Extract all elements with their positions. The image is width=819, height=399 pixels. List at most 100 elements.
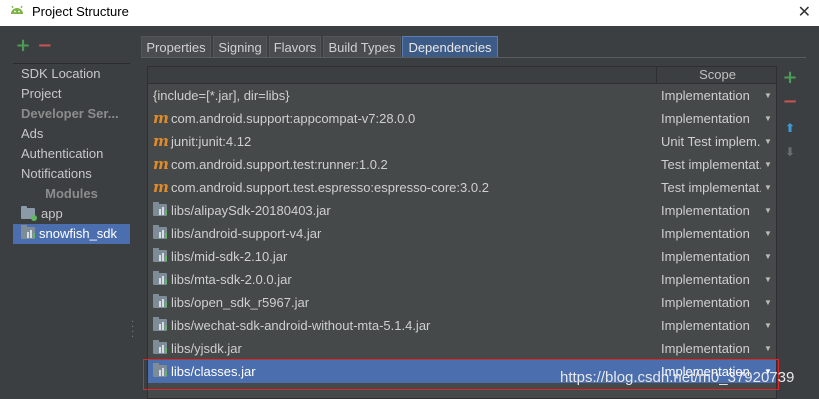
remove-dependency-button[interactable]: − xyxy=(780,92,800,112)
table-row[interactable]: libs/yjsdk.jar Implementation ▼ xyxy=(148,337,776,360)
table-row[interactable]: libs/android-support-v4.jar Implementati… xyxy=(148,222,776,245)
jar-icon xyxy=(153,340,167,354)
nav-item-module-app[interactable]: app xyxy=(13,204,130,224)
scope-column-header[interactable]: Scope xyxy=(656,67,776,84)
dependency-name: com.android.support.test.espresso:espres… xyxy=(171,180,489,195)
tab-label: Properties xyxy=(146,40,206,55)
scope-dropdown-icon[interactable]: ▼ xyxy=(764,153,772,176)
table-row[interactable]: libs/mta-sdk-2.0.0.jar Implementation ▼ xyxy=(148,268,776,291)
dependency-scope[interactable]: Implementation xyxy=(661,245,761,268)
dependency-scope[interactable]: Implementation xyxy=(661,107,761,130)
nav-header-modules: Modules xyxy=(13,184,130,204)
dependency-scope[interactable]: Test implementat... xyxy=(661,153,761,176)
tab-divider xyxy=(141,57,806,58)
nav-item-authentication[interactable]: Authentication xyxy=(13,144,130,164)
nav-item-label: app xyxy=(41,206,63,221)
maven-icon: m xyxy=(153,109,169,127)
table-row[interactable]: m com.android.support:appcompat-v7:28.0.0… xyxy=(148,107,776,130)
nav-item-project[interactable]: Project xyxy=(13,84,130,104)
nav-item-label: snowfish_sdk xyxy=(39,226,118,241)
dependency-name: {include=[*.jar], dir=libs} xyxy=(153,88,290,103)
scope-dropdown-icon[interactable]: ▼ xyxy=(764,107,772,130)
dependency-scope[interactable]: Test implementat... xyxy=(661,176,761,199)
close-icon[interactable]: ✕ xyxy=(798,2,811,21)
tab-build-types[interactable]: Build Types xyxy=(323,36,401,58)
maven-icon: m xyxy=(153,178,169,196)
scope-dropdown-icon[interactable]: ▼ xyxy=(764,199,772,222)
dependency-scope[interactable]: Unit Test implem... xyxy=(661,130,761,153)
dependencies-table: Scope {include=[*.jar], dir=libs} Implem… xyxy=(147,66,777,399)
dependency-scope[interactable]: Implementation xyxy=(661,199,761,222)
nav-header-label: Developer Ser... xyxy=(21,106,119,121)
nav-item-label: Notifications xyxy=(21,166,92,181)
dependency-scope[interactable]: Implementation xyxy=(661,314,761,337)
nav-item-label: Ads xyxy=(21,126,44,141)
table-row[interactable]: libs/open_sdk_r5967.jar Implementation ▼ xyxy=(148,291,776,314)
move-down-icon[interactable]: ⬇ xyxy=(780,142,800,162)
scope-dropdown-icon[interactable]: ▼ xyxy=(764,268,772,291)
dependency-name: libs/android-support-v4.jar xyxy=(171,226,322,241)
tab-label: Dependencies xyxy=(408,40,492,55)
add-module-button[interactable]: + xyxy=(14,36,32,56)
jar-icon xyxy=(153,225,167,239)
nav-item-label: Authentication xyxy=(21,146,104,161)
table-row[interactable]: libs/alipaySdk-20180403.jar Implementati… xyxy=(148,199,776,222)
nav-item-ads[interactable]: Ads xyxy=(13,124,130,144)
scope-dropdown-icon[interactable]: ▼ xyxy=(764,314,772,337)
module-folder-icon xyxy=(21,206,37,221)
table-row[interactable]: libs/wechat-sdk-android-without-mta-5.1.… xyxy=(148,314,776,337)
android-icon xyxy=(11,5,23,14)
dependency-name: com.android.support.test:runner:1.0.2 xyxy=(171,157,388,172)
table-row[interactable]: {include=[*.jar], dir=libs} Implementati… xyxy=(148,84,776,107)
table-row[interactable]: m com.android.support.test.espresso:espre… xyxy=(148,176,776,199)
dependency-scope[interactable]: Implementation xyxy=(661,268,761,291)
left-toolbar: + − xyxy=(14,36,54,56)
move-up-icon[interactable]: ⬆ xyxy=(780,118,800,138)
dependency-scope[interactable]: Implementation xyxy=(661,337,761,360)
table-row[interactable]: libs/mid-sdk-2.10.jar Implementation ▼ xyxy=(148,245,776,268)
jar-icon xyxy=(153,202,167,216)
watermark-text: https://blog.csdn.net/m0_37920739 xyxy=(560,369,795,386)
maven-icon: m xyxy=(153,155,169,173)
dependency-scope[interactable]: Implementation xyxy=(661,222,761,245)
tab-flavors[interactable]: Flavors xyxy=(269,36,321,58)
scope-dropdown-icon[interactable]: ▼ xyxy=(764,84,772,107)
dependency-scope[interactable]: Implementation xyxy=(661,291,761,314)
tab-label: Flavors xyxy=(273,40,317,55)
tab-label: Signing xyxy=(218,40,262,55)
tab-dependencies[interactable]: Dependencies xyxy=(402,36,498,58)
scope-dropdown-icon[interactable]: ▼ xyxy=(764,337,772,360)
dependency-name: com.android.support:appcompat-v7:28.0.0 xyxy=(171,111,416,126)
dependency-name: libs/mid-sdk-2.10.jar xyxy=(171,249,288,264)
tab-label: Build Types xyxy=(328,40,396,55)
nav-header-label: Modules xyxy=(45,186,98,201)
table-row[interactable]: m junit:junit:4.12 Unit Test implem... ▼ xyxy=(148,130,776,153)
nav-header-developer-services: Developer Ser... xyxy=(13,104,130,124)
remove-module-button[interactable]: − xyxy=(36,36,54,56)
scope-dropdown-icon[interactable]: ▼ xyxy=(764,222,772,245)
jar-icon xyxy=(153,317,167,331)
scope-dropdown-icon[interactable]: ▼ xyxy=(764,130,772,153)
scope-dropdown-icon[interactable]: ▼ xyxy=(764,291,772,314)
title-bar: Project Structure ✕ xyxy=(0,0,819,26)
dependency-name: junit:junit:4.12 xyxy=(171,134,252,149)
tab-properties[interactable]: Properties xyxy=(141,36,211,58)
nav-item-module-snowfish-sdk[interactable]: snowfish_sdk xyxy=(13,224,130,244)
table-row[interactable]: m com.android.support.test:runner:1.0.2 T… xyxy=(148,153,776,176)
jar-icon xyxy=(153,294,167,308)
table-header: Scope xyxy=(148,67,776,84)
dependency-scope[interactable]: Implementation xyxy=(661,84,761,107)
dependency-name: libs/alipaySdk-20180403.jar xyxy=(171,203,331,218)
dependency-name: libs/open_sdk_r5967.jar xyxy=(171,295,310,310)
splitter-handle[interactable]: · · · · xyxy=(131,318,135,343)
add-dependency-button[interactable]: + xyxy=(780,68,800,88)
scope-dropdown-icon[interactable]: ▼ xyxy=(764,176,772,199)
jar-icon xyxy=(153,248,167,262)
library-module-icon xyxy=(21,225,35,239)
scope-dropdown-icon[interactable]: ▼ xyxy=(764,245,772,268)
nav-item-sdk-location[interactable]: SDK Location xyxy=(13,64,130,84)
dependency-name: libs/yjsdk.jar xyxy=(171,341,242,356)
tab-signing[interactable]: Signing xyxy=(213,36,267,58)
nav-item-notifications[interactable]: Notifications xyxy=(13,164,130,184)
left-nav-list: SDK Location Project Developer Ser... Ad… xyxy=(13,63,130,399)
